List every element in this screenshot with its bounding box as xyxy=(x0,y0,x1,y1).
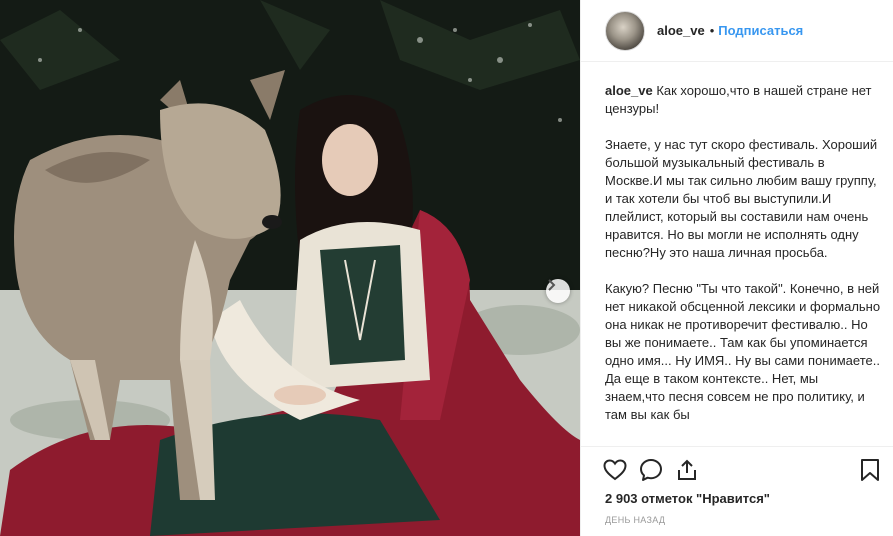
like-button[interactable] xyxy=(601,456,629,484)
likes-count[interactable]: 2 903 отметок "Нравится" xyxy=(605,491,770,506)
post-header: aloe_ve • Подписаться xyxy=(581,0,893,62)
post-caption: aloe_ve Как хорошо,что в нашей стране не… xyxy=(605,82,881,446)
carousel-next-button[interactable] xyxy=(546,279,570,303)
header-username[interactable]: aloe_ve xyxy=(657,23,705,38)
share-icon xyxy=(678,459,696,480)
share-button[interactable] xyxy=(673,456,701,484)
save-button[interactable] xyxy=(856,456,884,484)
heart-icon xyxy=(603,458,627,480)
comment-icon xyxy=(640,458,662,481)
comment-button[interactable] xyxy=(637,456,665,484)
chevron-right-icon xyxy=(548,279,556,291)
photo-illustration xyxy=(0,0,580,536)
avatar[interactable] xyxy=(605,10,645,51)
bookmark-icon xyxy=(861,459,879,481)
caption-paragraph: Знаете, у нас тут скоро фестиваль. Хорош… xyxy=(605,137,878,260)
caption-paragraph: aloe_ve Как хорошо,что в нашей стране не… xyxy=(605,82,881,118)
caption-paragraph: Какую? Песню "Ты что такой". Конечно, в … xyxy=(605,281,881,422)
caption-username[interactable]: aloe_ve xyxy=(605,83,653,98)
post-photo[interactable] xyxy=(0,0,580,536)
action-bar xyxy=(581,446,893,492)
separator-dot: • xyxy=(709,23,715,38)
follow-button[interactable]: Подписаться xyxy=(718,23,803,38)
post-timestamp[interactable]: ДЕНЬ НАЗАД xyxy=(605,515,665,525)
post-sidebar: aloe_ve • Подписаться aloe_ve Как хорошо… xyxy=(580,0,893,536)
